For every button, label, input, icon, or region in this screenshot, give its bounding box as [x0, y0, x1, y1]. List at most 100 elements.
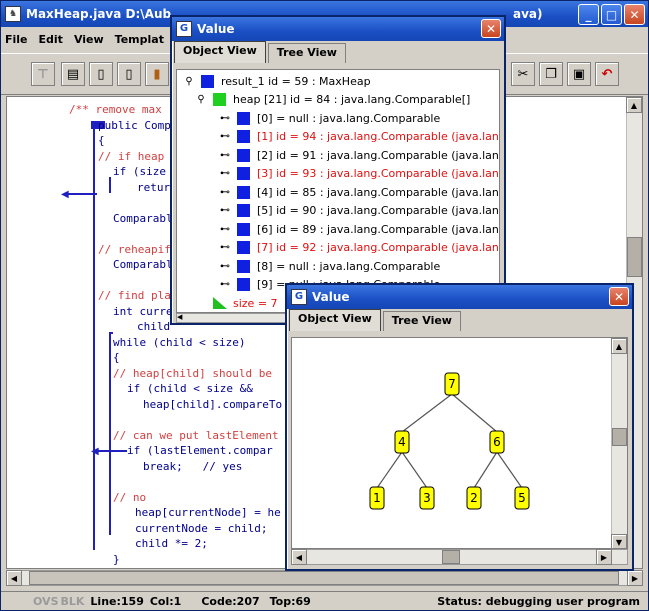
dialog2-scroll-right-icon[interactable]: ▶ [596, 549, 612, 565]
code-line: Comparabl [113, 211, 173, 225]
scroll-right-icon[interactable]: ▶ [627, 570, 643, 586]
tree-row-label: [4] id = 85 : java.lang.Comparable (java… [257, 185, 500, 199]
tab-tree-view-2[interactable]: Tree View [382, 311, 461, 331]
bar-chart-icon[interactable]: ▮ [145, 62, 169, 86]
code-line: if (size [113, 165, 166, 178]
document-icon[interactable]: ▤ [61, 62, 85, 86]
dialog2-scroll-left-icon[interactable]: ◀ [291, 549, 307, 565]
maximize-button[interactable]: □ [601, 4, 622, 25]
scroll-up-icon[interactable]: ▲ [626, 97, 642, 113]
close-button[interactable]: ✕ [624, 4, 645, 25]
dialog1-scroll-left-icon[interactable]: ◀ [177, 313, 187, 323]
tree-edge [473, 451, 498, 489]
tree-node-label: 5 [518, 491, 526, 505]
menu-view[interactable]: View [74, 33, 104, 46]
scroll-left-icon[interactable]: ◀ [6, 570, 22, 586]
tree-node-label: 1 [373, 491, 381, 505]
tree-edge [451, 393, 498, 433]
code-line: public Comp [98, 118, 171, 132]
tab-tree-view[interactable]: Tree View [267, 43, 346, 63]
menu-edit[interactable]: Edit [39, 33, 63, 46]
cut-icon[interactable]: ✂ [511, 62, 535, 86]
tree-row[interactable]: ⚲ result_1 id = 59 : MaxHeap [183, 72, 371, 90]
page-alt-icon[interactable]: ▯ [117, 62, 141, 86]
dialog2-hscroll-thumb[interactable] [442, 550, 460, 564]
expand-key-icon[interactable]: ⊷ [219, 131, 231, 142]
dialog1-close-button[interactable]: ✕ [481, 19, 501, 38]
field-triangle-icon [213, 297, 227, 309]
dialog2-title: Value [312, 290, 350, 304]
tree-row[interactable]: ⊷ [4] id = 85 : java.lang.Comparable (jav… [219, 183, 500, 201]
page-icon[interactable]: ▯ [89, 62, 113, 86]
pin-icon[interactable]: ⊤ [31, 62, 55, 86]
tree-row[interactable]: ⊷ [3] id = 93 : java.lang.Comparable (jav… [219, 165, 499, 183]
copy-icon[interactable]: ❐ [539, 62, 563, 86]
value-dialog-tree: G Value ✕ Object View Tree View ⚲ result_… [170, 15, 506, 325]
tree-row-label: [1] id = 94 : java.lang.Comparable (java… [257, 130, 500, 143]
tab-object-view-2[interactable]: Object View [289, 309, 381, 331]
object-square-icon [237, 148, 250, 162]
editor-horizontal-scrollbar[interactable]: ◀ ▶ [6, 570, 643, 586]
object-square-icon [237, 185, 250, 199]
csd-return-arrow [67, 193, 97, 195]
dialog1-tabs: Object View Tree View [172, 41, 504, 63]
expand-key-icon[interactable]: ⊷ [219, 113, 231, 124]
status-code: Code:207 [201, 595, 260, 608]
app-icon: ♞ [5, 6, 21, 22]
tree-row[interactable]: ⊷ [1] id = 94 : java.lang.Comparable (jav… [219, 128, 500, 146]
code-line: // find plac [98, 289, 178, 302]
code-line: int curre [113, 304, 173, 318]
dialog2-title-bar[interactable]: G Value ✕ [287, 285, 632, 309]
tree-row[interactable]: ⊷ [8] = null : java.lang.Comparable [219, 257, 440, 275]
dialog2-scroll-up-icon[interactable]: ▲ [611, 338, 627, 354]
tree-row[interactable]: ⊷ [2] id = 91 : java.lang.Comparable (jav… [219, 146, 499, 164]
undo-icon[interactable]: ↶ [595, 62, 619, 86]
scroll-thumb[interactable] [627, 237, 642, 277]
tree-row[interactable]: ⊷ [6] id = 89 : java.lang.Comparable (jav… [219, 220, 500, 238]
object-square-icon [201, 74, 214, 88]
code-line: // can we put lastElement [113, 428, 279, 442]
tree-row-label: [6] id = 89 : java.lang.Comparable (java… [257, 222, 500, 236]
tree-visualization[interactable]: 7 4 6 1 3 2 5 ▲ ▼ [291, 337, 628, 549]
dialog2-app-icon: G [291, 289, 307, 305]
dialog2-vscroll-thumb[interactable] [612, 428, 627, 446]
minimize-button[interactable]: _ [578, 4, 599, 25]
code-line: child [137, 320, 171, 333]
menu-file[interactable]: File [5, 33, 28, 46]
expand-key-icon[interactable]: ⊷ [219, 224, 231, 235]
expand-key-icon[interactable]: ⊷ [219, 187, 231, 198]
menu-templates[interactable]: Templat [115, 33, 164, 46]
dialog2-vscrollbar[interactable]: ▲ ▼ [611, 338, 627, 548]
expand-key-icon[interactable]: ⊷ [219, 261, 231, 272]
dialog1-title-bar[interactable]: G Value ✕ [172, 17, 504, 41]
expand-key-icon[interactable]: ⊷ [219, 242, 231, 253]
tree-row-label: [8] = null : java.lang.Comparable [257, 259, 441, 273]
tree-row[interactable]: ⊷ [7] id = 92 : java.lang.Comparable (jav… [219, 239, 499, 257]
code-line: // heap[child] should be [113, 366, 272, 380]
dialog2-tabs: Object View Tree View [287, 309, 632, 331]
expand-key-icon[interactable]: ⊷ [219, 205, 231, 216]
dialog2-close-button[interactable]: ✕ [609, 287, 629, 306]
dialog2-hscrollbar[interactable]: ◀ ▶ [291, 549, 628, 565]
object-square-icon [237, 204, 250, 217]
tree-node-label: 7 [448, 377, 456, 391]
hscroll-thumb[interactable] [29, 571, 619, 585]
tree-row[interactable]: ⊷ [0] = null : java.lang.Comparable [219, 109, 440, 127]
tree-row[interactable]: ⊷ [5] id = 90 : java.lang.Comparable (jav… [219, 202, 499, 220]
object-square-icon [237, 222, 250, 236]
object-square-icon [237, 111, 250, 125]
code-line: currentNode = child; [135, 521, 268, 535]
heap-tree-graph: 7 4 6 1 3 2 5 [369, 372, 530, 510]
object-tree[interactable]: ⚲ result_1 id = 59 : MaxHeap ⚲ heap [21] id… [176, 69, 500, 313]
tree-row[interactable]: size = 7 [195, 294, 278, 312]
expand-key-icon[interactable]: ⊷ [219, 168, 231, 179]
paste-icon[interactable]: ▣ [567, 62, 591, 86]
expand-key-icon[interactable]: ⚲ [195, 94, 207, 105]
tree-row[interactable]: ⚲ heap [21] id = 84 : java.lang.Comparabl… [195, 91, 470, 109]
dialog2-scroll-down-icon[interactable]: ▼ [611, 534, 627, 548]
expand-key-icon[interactable]: ⚲ [183, 76, 195, 87]
tab-object-view[interactable]: Object View [174, 41, 266, 63]
expand-key-icon[interactable]: ⊷ [219, 279, 231, 290]
code-line: { [98, 134, 105, 147]
expand-key-icon[interactable]: ⊷ [219, 150, 231, 161]
